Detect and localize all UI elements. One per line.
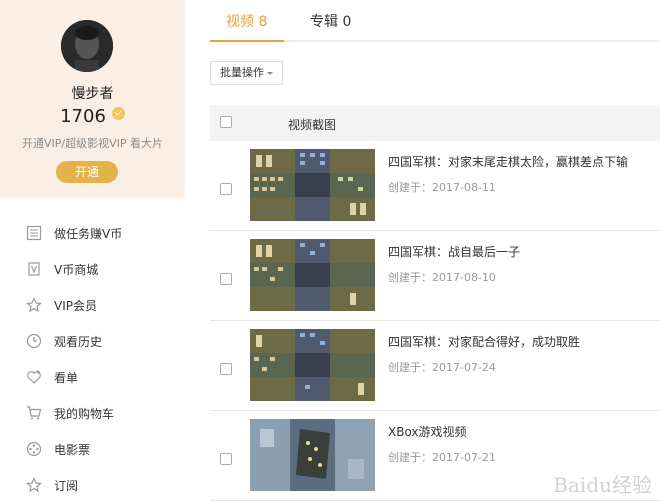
video-thumbnail[interactable]	[250, 149, 375, 221]
sidebar-item-history[interactable]: 观看历史	[0, 323, 185, 359]
sidebar-item-label: 观看历史	[54, 334, 103, 349]
sidebar-item-tickets[interactable]: 电影票	[0, 431, 185, 467]
video-title[interactable]: 四国军棋：对家末尾走棋太险，赢棋差点下输	[388, 153, 628, 170]
heart-plus-icon	[26, 369, 42, 385]
task-list-icon	[26, 225, 42, 241]
column-header-screenshot: 视频截图	[288, 118, 337, 132]
content-tabs: 视频 8 专辑 0	[210, 0, 660, 42]
username: 慢步者	[71, 86, 114, 102]
video-date: 创建于：2017-07-21	[388, 451, 496, 464]
sidebar-item-label: V币商城	[54, 262, 99, 277]
table-row: 四国军棋：对家末尾走棋太险，赢棋差点下输 创建于：2017-08-11	[210, 141, 660, 231]
sidebar-item-label: 电影票	[54, 442, 91, 457]
film-reel-icon	[26, 441, 42, 457]
watermark-logo: Baidu经验	[553, 473, 652, 497]
clock-icon	[26, 333, 42, 349]
open-vip-button[interactable]: 开通	[56, 161, 118, 183]
sidebar-item-label: 做任务赚V币	[54, 226, 123, 241]
coin-icon	[111, 107, 125, 120]
row-checkbox[interactable]	[220, 363, 232, 375]
video-title[interactable]: 四国军棋：战自最后一子	[388, 243, 520, 260]
video-date: 创建于：2017-08-11	[388, 181, 496, 194]
video-title[interactable]: XBox游戏视频	[388, 423, 467, 440]
sidebar-item-tasks[interactable]: 做任务赚V币	[0, 215, 185, 251]
sidebar-item-cart[interactable]: 我的购物车	[0, 395, 185, 431]
star-outline-icon	[26, 477, 42, 493]
tab-videos[interactable]: 视频 8	[226, 11, 267, 31]
batch-operations-dropdown[interactable]: 批量操作	[210, 61, 283, 85]
sidebar-item-label: 看单	[54, 370, 79, 385]
vip-hint: 开通VIP/超级影视VIP 看大片	[21, 137, 163, 150]
sidebar-item-label: 订阅	[54, 478, 79, 493]
coin-balance: 1706	[0, 106, 185, 127]
sidebar-item-vip[interactable]: VIP会员	[0, 287, 185, 323]
sidebar-item-subscribe[interactable]: 订阅	[0, 467, 185, 503]
sidebar-item-label: 我的购物车	[54, 406, 115, 421]
table-row: 四国军棋：对家配合得好，成功取胜 创建于：2017-07-24	[210, 321, 660, 411]
video-date: 创建于：2017-08-10	[388, 271, 496, 284]
row-checkbox[interactable]	[220, 183, 232, 195]
sidebar-item-watchlist[interactable]: 看单	[0, 359, 185, 395]
select-all-checkbox[interactable]	[220, 116, 232, 128]
video-thumbnail[interactable]	[250, 239, 375, 311]
sidebar-item-vcoin-store[interactable]: V币商城	[0, 251, 185, 287]
shopping-cart-icon	[26, 405, 42, 421]
batch-operations-label: 批量操作	[220, 66, 264, 79]
avatar[interactable]	[61, 20, 113, 72]
video-thumbnail[interactable]	[250, 329, 375, 401]
active-tab-indicator	[210, 40, 284, 42]
sidebar-menu: 做任务赚V币 V币商城 VIP会员 观看历史 看单 我的购物车 电影票 订阅	[0, 215, 185, 503]
table-row: 四国军棋：战自最后一子 创建于：2017-08-10	[210, 231, 660, 321]
tab-albums[interactable]: 专辑 0	[310, 11, 351, 31]
chevron-down-icon	[267, 72, 273, 75]
vip-star-icon	[26, 297, 42, 313]
profile-panel: 慢步者 1706 开通VIP/超级影视VIP 看大片 开通	[0, 0, 185, 198]
v-coin-store-icon	[26, 261, 42, 277]
sidebar-item-label: VIP会员	[54, 298, 97, 313]
video-title[interactable]: 四国军棋：对家配合得好，成功取胜	[388, 333, 580, 350]
video-date: 创建于：2017-07-24	[388, 361, 496, 374]
video-thumbnail[interactable]	[250, 419, 375, 491]
row-checkbox[interactable]	[220, 273, 232, 285]
row-checkbox[interactable]	[220, 453, 232, 465]
coin-count: 1706	[60, 106, 106, 127]
table-header: 视频截图	[210, 105, 660, 141]
